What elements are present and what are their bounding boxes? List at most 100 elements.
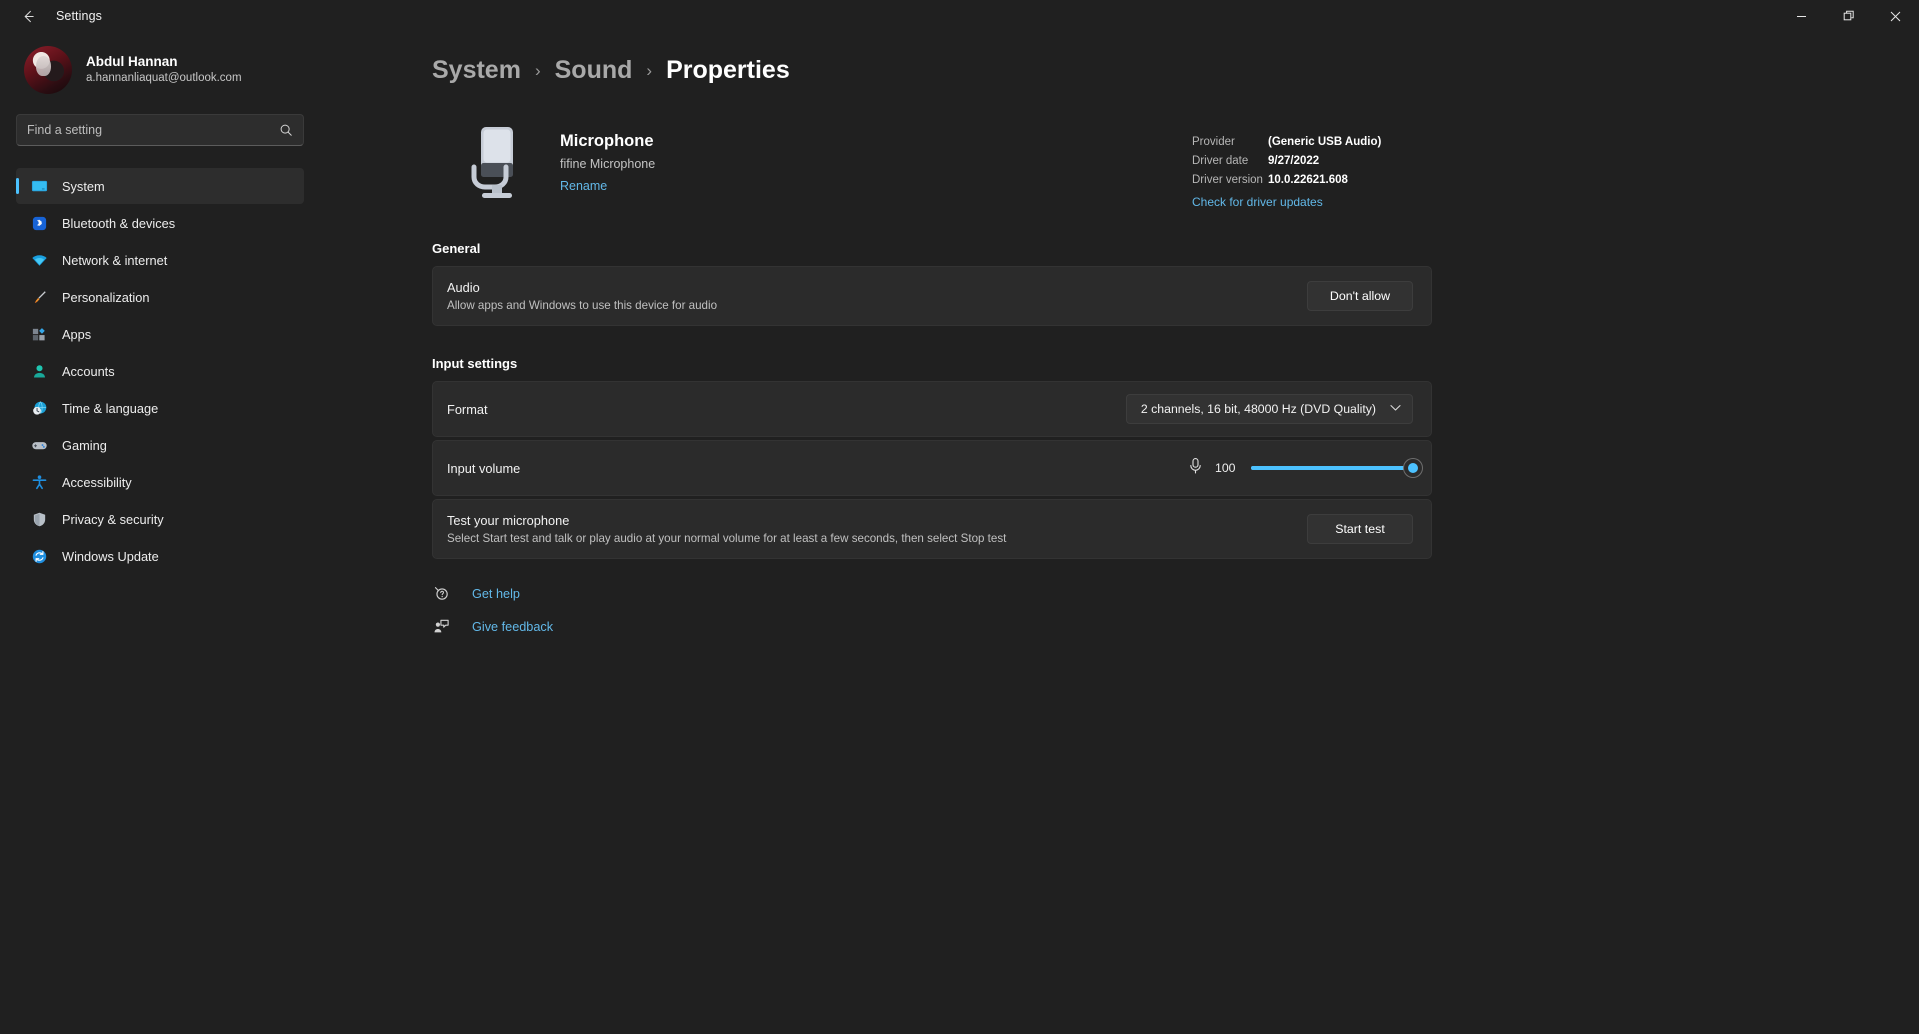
main-content: System › Sound › Properties Microphone f… bbox=[320, 32, 1919, 1034]
breadcrumb-system[interactable]: System bbox=[432, 56, 521, 85]
device-subtitle: fifine Microphone bbox=[560, 157, 656, 171]
audio-description: Allow apps and Windows to use this devic… bbox=[447, 299, 718, 312]
check-driver-updates-link[interactable]: Check for driver updates bbox=[1192, 195, 1323, 209]
footer-link-label: Give feedback bbox=[472, 619, 554, 634]
sidebar-item-personalization[interactable]: Personalization bbox=[16, 279, 304, 315]
search-box[interactable] bbox=[16, 114, 304, 146]
driver-date-label: Driver date bbox=[1192, 155, 1249, 167]
input-volume-card: Input volume 100 bbox=[432, 440, 1432, 496]
help-icon bbox=[432, 585, 450, 602]
driver-date-row: Driver date 9/27/2022 bbox=[1192, 152, 1432, 171]
sidebar-item-label: Network & internet bbox=[62, 252, 168, 268]
back-button[interactable] bbox=[8, 0, 48, 32]
restore-icon bbox=[1843, 10, 1854, 21]
sidebar-item-label: Windows Update bbox=[62, 548, 159, 564]
driver-version-row: Driver version 10.0.22621.608 bbox=[1192, 171, 1432, 190]
update-icon bbox=[30, 547, 48, 565]
breadcrumb: System › Sound › Properties bbox=[432, 56, 1432, 85]
driver-provider-label: Provider bbox=[1192, 136, 1235, 148]
dont-allow-button[interactable]: Don't allow bbox=[1307, 281, 1413, 311]
slider-thumb[interactable] bbox=[1404, 459, 1422, 477]
close-icon bbox=[1890, 11, 1901, 21]
gamepad-icon bbox=[30, 436, 48, 454]
microphone-icon bbox=[454, 119, 540, 205]
sidebar-item-gaming[interactable]: Gaming bbox=[16, 427, 304, 463]
paintbrush-icon bbox=[30, 288, 48, 306]
minimize-button[interactable] bbox=[1778, 0, 1825, 32]
person-icon bbox=[30, 362, 48, 380]
wifi-icon bbox=[30, 251, 48, 269]
breadcrumb-separator: › bbox=[646, 60, 653, 80]
sidebar-item-apps[interactable]: Apps bbox=[16, 316, 304, 352]
sidebar-item-label: Personalization bbox=[62, 289, 150, 305]
driver-info: Provider (Generic USB Audio) Driver date… bbox=[1192, 119, 1432, 211]
breadcrumb-sound[interactable]: Sound bbox=[555, 56, 633, 85]
footer-links: Get help Give feedback bbox=[432, 585, 1432, 635]
window-controls bbox=[1778, 0, 1919, 32]
start-test-button[interactable]: Start test bbox=[1307, 514, 1413, 544]
monitor-icon bbox=[30, 177, 48, 195]
sidebar-item-label: Accounts bbox=[62, 363, 115, 379]
sidebar-item-label: Accessibility bbox=[62, 474, 132, 490]
sidebar-item-label: Time & language bbox=[62, 400, 159, 416]
footer-link-label: Get help bbox=[472, 586, 520, 601]
audio-card: Audio Allow apps and Windows to use this… bbox=[432, 266, 1432, 326]
input-volume-value: 100 bbox=[1215, 461, 1236, 475]
search-input[interactable] bbox=[27, 123, 279, 137]
general-heading: General bbox=[432, 241, 481, 256]
maximize-button[interactable] bbox=[1825, 0, 1872, 32]
driver-provider-row: Provider (Generic USB Audio) bbox=[1192, 133, 1432, 152]
sidebar-item-label: Gaming bbox=[62, 437, 107, 453]
search-icon bbox=[279, 123, 293, 137]
sidebar-item-accounts[interactable]: Accounts bbox=[16, 353, 304, 389]
input-volume-label: Input volume bbox=[447, 460, 521, 476]
close-button[interactable] bbox=[1872, 0, 1919, 32]
sidebar-item-label: Bluetooth & devices bbox=[62, 215, 176, 231]
input-volume-slider[interactable] bbox=[1251, 459, 1422, 477]
sidebar-item-time-language[interactable]: Time & language bbox=[16, 390, 304, 426]
sidebar-nav: System Bluetooth & devices Network & int… bbox=[16, 168, 304, 574]
format-label: Format bbox=[447, 401, 488, 417]
avatar bbox=[24, 46, 72, 94]
format-dropdown[interactable]: 2 channels, 16 bit, 48000 Hz (DVD Qualit… bbox=[1125, 394, 1413, 424]
app-title: Settings bbox=[56, 9, 102, 23]
profile-name: Abdul Hannan bbox=[86, 54, 178, 70]
minimize-icon bbox=[1797, 15, 1806, 17]
sidebar-item-windows-update[interactable]: Windows Update bbox=[16, 538, 304, 574]
sidebar-item-network-internet[interactable]: Network & internet bbox=[16, 242, 304, 278]
user-profile[interactable]: Abdul Hannan a.hannanliaquat@outlook.com bbox=[16, 32, 304, 112]
audio-title: Audio bbox=[447, 280, 480, 295]
profile-email: a.hannanliaquat@outlook.com bbox=[86, 72, 242, 85]
input-settings-heading: Input settings bbox=[432, 356, 518, 371]
driver-version-label: Driver version bbox=[1192, 174, 1263, 186]
sidebar-item-system[interactable]: System bbox=[16, 168, 304, 204]
chevron-down-icon bbox=[1390, 404, 1401, 415]
sidebar-item-accessibility[interactable]: Accessibility bbox=[16, 464, 304, 500]
bluetooth-icon bbox=[30, 214, 48, 232]
apps-icon bbox=[30, 325, 48, 343]
format-value: 2 channels, 16 bit, 48000 Hz (DVD Qualit… bbox=[1140, 402, 1376, 416]
sidebar-item-label: Privacy & security bbox=[62, 511, 164, 527]
feedback-icon bbox=[432, 618, 450, 635]
sidebar: Abdul Hannan a.hannanliaquat@outlook.com bbox=[0, 32, 320, 1034]
device-name: Microphone bbox=[560, 132, 654, 150]
sidebar-item-privacy-security[interactable]: Privacy & security bbox=[16, 501, 304, 537]
format-card: Format 2 channels, 16 bit, 48000 Hz (DVD… bbox=[432, 381, 1432, 437]
slider-fill bbox=[1251, 466, 1413, 470]
give-feedback-link[interactable]: Give feedback bbox=[432, 618, 1432, 635]
shield-icon bbox=[30, 510, 48, 528]
rename-link[interactable]: Rename bbox=[560, 179, 607, 193]
get-help-link[interactable]: Get help bbox=[432, 585, 1432, 602]
test-microphone-title: Test your microphone bbox=[447, 513, 570, 528]
driver-provider-value: (Generic USB Audio) bbox=[1268, 136, 1382, 148]
clock-globe-icon bbox=[30, 399, 48, 417]
sidebar-item-label: Apps bbox=[62, 326, 92, 342]
test-microphone-description: Select Start test and talk or play audio… bbox=[447, 532, 1007, 545]
back-arrow-icon bbox=[24, 10, 34, 22]
page-title: Properties bbox=[666, 56, 790, 84]
input-volume-control: 100 bbox=[1188, 457, 1422, 480]
sidebar-item-label: System bbox=[62, 178, 105, 194]
device-header: Microphone fifine Microphone Rename Prov… bbox=[432, 119, 1432, 211]
driver-date-value: 9/27/2022 bbox=[1268, 155, 1320, 167]
sidebar-item-bluetooth-devices[interactable]: Bluetooth & devices bbox=[16, 205, 304, 241]
